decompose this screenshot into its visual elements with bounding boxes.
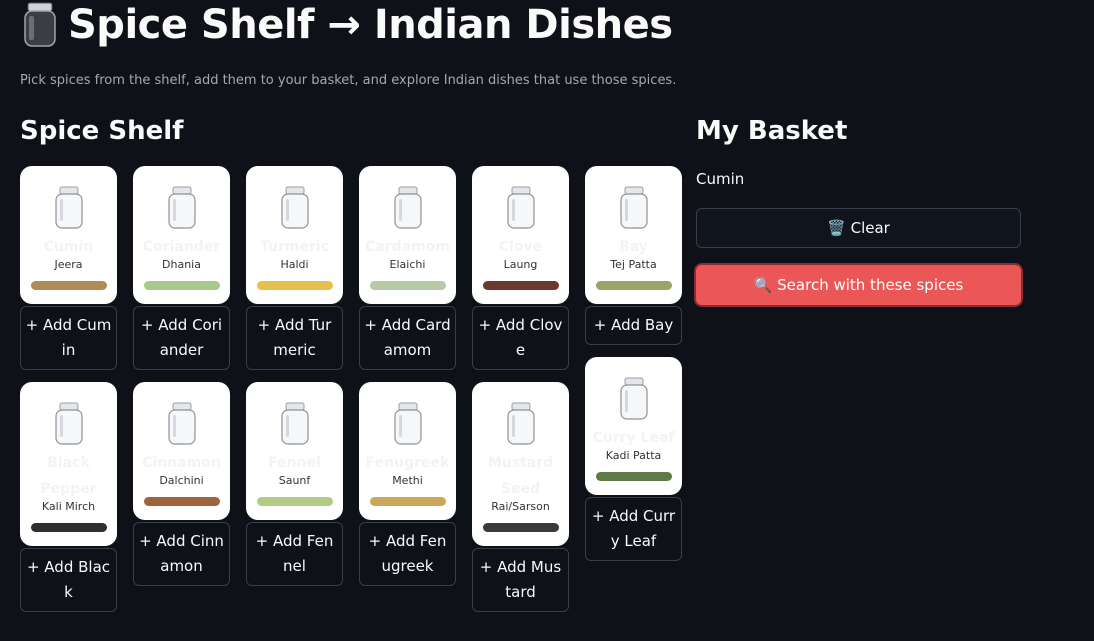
spice-color-swatch <box>595 281 672 290</box>
spice-card: Coriander Dhania <box>133 166 230 304</box>
spice-name: Curry Leaf <box>592 430 675 446</box>
add-spice-button[interactable]: + Add Cinnamon <box>133 522 230 586</box>
spice-name: Coriander <box>142 239 221 255</box>
spice-hindi-name: Methi <box>392 474 423 487</box>
spice-hindi-name: Elaichi <box>389 258 426 271</box>
jar-icon <box>24 2 56 47</box>
add-spice-button[interactable]: + Add Cumin <box>20 306 117 370</box>
spice-name: Turmeric <box>260 239 329 255</box>
spice-hindi-name: Rai/Sarson <box>491 500 550 513</box>
spice-hindi-name: Dhania <box>162 258 201 271</box>
spice-hindi-name: Saunf <box>278 474 311 487</box>
shelf-column: Cardamom Elaichi + Add Cardamom Fenugreek Me… <box>359 166 456 624</box>
basket-item: Cumin <box>696 170 745 188</box>
spice-color-swatch <box>482 281 559 290</box>
add-spice-button[interactable]: + Add Coriander <box>133 306 230 370</box>
spice-card: Curry Leaf Kadi Patta <box>585 357 682 495</box>
spice-color-swatch <box>482 523 559 532</box>
spice-color-swatch <box>256 281 333 290</box>
spice-color-swatch <box>369 497 446 506</box>
spice-name: Fenugreek <box>365 455 450 471</box>
shelf-column: Coriander Dhania + Add Coriander Cinnamon Da… <box>133 166 230 624</box>
jar-icon <box>280 186 309 229</box>
search-button[interactable]: 🔍 Search with these spices <box>694 263 1023 307</box>
jar-icon <box>619 377 648 420</box>
jar-icon <box>619 186 648 229</box>
spice-hindi-name: Kali Mirch <box>41 500 96 513</box>
spice-card: Fenugreek Methi <box>359 382 456 520</box>
spice-hindi-name: Haldi <box>280 258 309 271</box>
jar-icon <box>167 186 196 229</box>
page-title-row: Spice Shelf → Indian Dishes <box>22 2 673 48</box>
shelf-title: Spice Shelf <box>20 116 184 146</box>
clear-button[interactable]: 🗑️ Clear <box>696 208 1021 248</box>
add-spice-button[interactable]: + Add Curry Leaf <box>585 497 682 561</box>
spice-color-swatch <box>369 281 446 290</box>
basket-title: My Basket <box>696 116 848 146</box>
spice-name: Cumin <box>43 239 94 255</box>
spice-name: Mustard Seed <box>487 455 554 497</box>
spice-card: Cinnamon Dalchini <box>133 382 230 520</box>
jar-icon <box>280 402 309 445</box>
shelf-column: Cumin Jeera + Add Cumin Black Pepper Kali Mi… <box>20 166 117 624</box>
jar-icon <box>506 402 535 445</box>
add-spice-button[interactable]: + Add Bay <box>585 306 682 345</box>
spice-card: Bay Tej Patta <box>585 166 682 304</box>
spice-name: Cardamom <box>365 239 450 255</box>
add-spice-button[interactable]: + Add Clove <box>472 306 569 370</box>
spice-color-swatch <box>595 472 672 481</box>
jar-icon <box>54 402 83 445</box>
page-subtitle: Pick spices from the shelf, add them to … <box>20 73 677 88</box>
spice-hindi-name: Laung <box>503 258 538 271</box>
page-title: Spice Shelf → Indian Dishes <box>68 2 673 48</box>
spice-card: Fennel Saunf <box>246 382 343 520</box>
spice-name: Bay <box>619 239 648 255</box>
spice-color-swatch <box>256 497 333 506</box>
spice-hindi-name: Dalchini <box>159 474 204 487</box>
jar-icon <box>54 186 83 229</box>
jar-icon <box>167 402 196 445</box>
search-button-label: 🔍 Search with these spices <box>753 276 964 294</box>
add-spice-button[interactable]: + Add Turmeric <box>246 306 343 370</box>
shelf-column: Clove Laung + Add Clove Mustard Seed Rai/Sar… <box>472 166 569 624</box>
spice-card: Cumin Jeera <box>20 166 117 304</box>
add-spice-button[interactable]: + Add Mustard <box>472 548 569 612</box>
shelf-column: Turmeric Haldi + Add Turmeric Fennel Saunf + … <box>246 166 343 624</box>
spice-card: Black Pepper Kali Mirch <box>20 382 117 546</box>
spice-card: Cardamom Elaichi <box>359 166 456 304</box>
spice-name: Clove <box>498 239 543 255</box>
basket-panel: Cumin 🗑️ Clear 🔍 Search with these spice… <box>694 168 1023 307</box>
spice-color-swatch <box>143 281 220 290</box>
spice-card: Mustard Seed Rai/Sarson <box>472 382 569 546</box>
shelf-column: Bay Tej Patta + Add Bay Curry Leaf Kadi Patt… <box>585 166 682 624</box>
spice-name: Fennel <box>268 455 321 471</box>
jar-icon <box>393 186 422 229</box>
add-spice-button[interactable]: + Add Fennel <box>246 522 343 586</box>
clear-button-label: 🗑️ Clear <box>827 219 890 237</box>
spice-hindi-name: Jeera <box>54 258 83 271</box>
spice-name: Black Pepper <box>40 455 97 497</box>
add-spice-button[interactable]: + Add Cardamom <box>359 306 456 370</box>
jar-icon <box>393 402 422 445</box>
jar-icon <box>506 186 535 229</box>
spice-color-swatch <box>143 497 220 506</box>
spice-card: Clove Laung <box>472 166 569 304</box>
spice-card: Turmeric Haldi <box>246 166 343 304</box>
spice-color-swatch <box>30 281 107 290</box>
spice-hindi-name: Tej Patta <box>610 258 657 271</box>
spice-grid: Cumin Jeera + Add Cumin Black Pepper Kali Mi… <box>20 166 682 624</box>
spice-name: Cinnamon <box>142 455 221 471</box>
add-spice-button[interactable]: + Add Black <box>20 548 117 612</box>
add-spice-button[interactable]: + Add Fenugreek <box>359 522 456 586</box>
spice-hindi-name: Kadi Patta <box>605 449 662 462</box>
spice-color-swatch <box>30 523 107 532</box>
